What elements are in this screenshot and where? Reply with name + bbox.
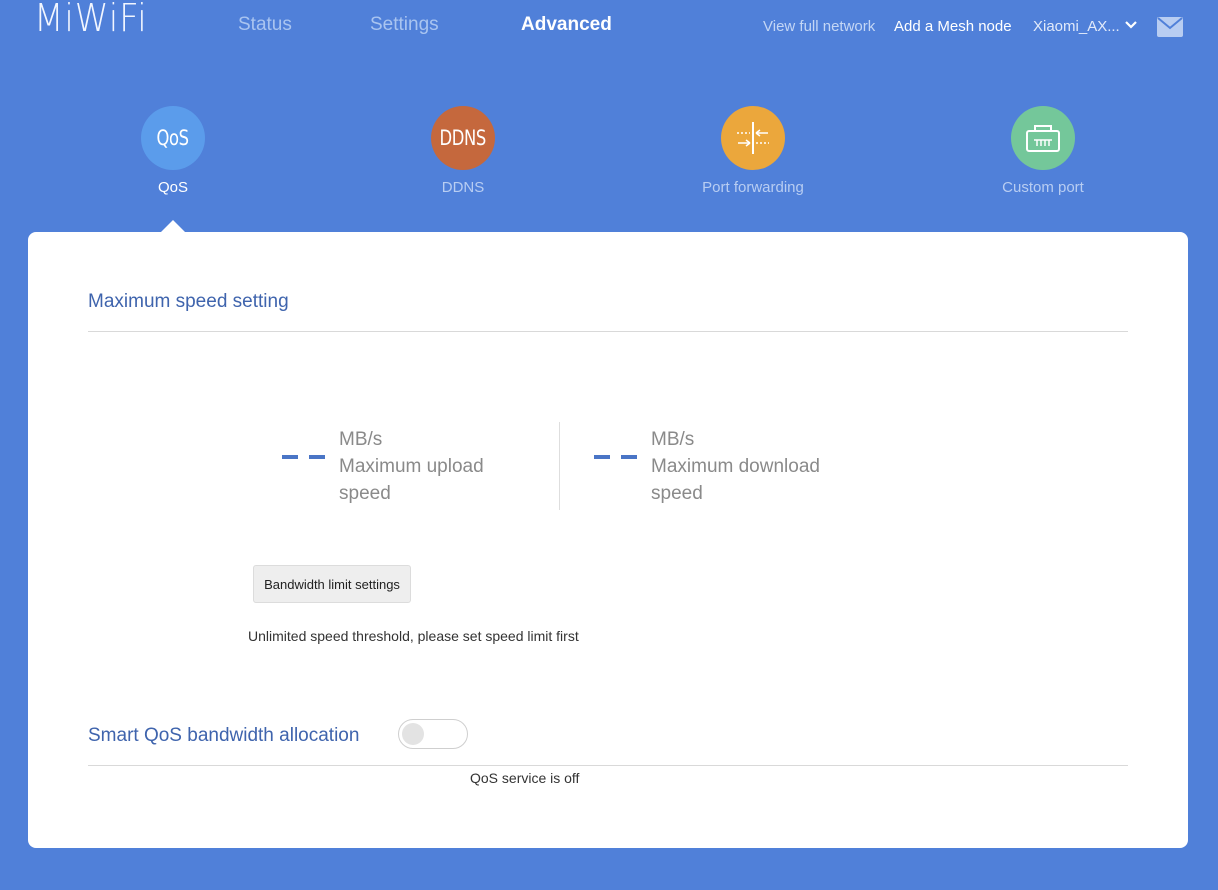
upload-speed-info: MB/s Maximum upload speed <box>339 426 539 507</box>
nav-status[interactable]: Status <box>238 14 292 36</box>
mail-icon[interactable] <box>1157 17 1183 37</box>
feature-custom-port[interactable]: Custom port <box>963 106 1123 196</box>
add-mesh-node-link[interactable]: Add a Mesh node <box>894 18 1012 35</box>
smart-qos-toggle[interactable] <box>398 719 468 749</box>
upload-speed-label: Maximum upload speed <box>339 456 484 504</box>
upload-speed-unit: MB/s <box>339 429 383 450</box>
chevron-down-icon[interactable] <box>1124 19 1138 31</box>
upload-speed-value <box>282 455 325 459</box>
feature-custom-port-label: Custom port <box>1002 179 1084 196</box>
speed-threshold-hint: Unlimited speed threshold, please set sp… <box>248 628 579 644</box>
speed-separator <box>559 422 560 510</box>
port-forward-icon <box>721 106 785 170</box>
download-speed-unit: MB/s <box>651 429 695 450</box>
feature-ddns-label: DDNS <box>441 179 485 196</box>
ddns-icon: DDNS <box>431 106 495 170</box>
download-speed-label: Maximum download speed <box>651 456 820 504</box>
feature-qos-label: QoS <box>157 179 188 196</box>
download-speed-value <box>594 455 637 459</box>
bandwidth-limit-settings-button[interactable]: Bandwidth limit settings <box>253 565 411 603</box>
feature-port-forwarding-label: Port forwarding <box>702 179 804 196</box>
divider <box>88 765 1128 766</box>
router-port-icon <box>1011 106 1075 170</box>
toggle-knob <box>402 723 424 745</box>
nav-settings[interactable]: Settings <box>370 14 439 36</box>
nav-advanced[interactable]: Advanced <box>521 14 612 36</box>
miwifi-logo: MiWiFi <box>34 0 148 40</box>
device-name-dropdown[interactable]: Xiaomi_AX... <box>1033 18 1120 35</box>
download-speed-info: MB/s Maximum download speed <box>651 426 861 507</box>
feature-qos[interactable]: QoS QoS <box>93 106 253 196</box>
qos-panel: Maximum speed setting MB/s Maximum uploa… <box>28 232 1188 848</box>
qos-icon: QoS <box>141 106 205 170</box>
feature-port-forwarding[interactable]: Port forwarding <box>673 106 833 196</box>
qos-status-text: QoS service is off <box>470 770 580 786</box>
divider <box>88 331 1128 332</box>
feature-ddns[interactable]: DDNS DDNS <box>383 106 543 196</box>
smart-qos-title: Smart QoS bandwidth allocation <box>88 725 360 746</box>
max-speed-title: Maximum speed setting <box>88 291 289 312</box>
view-full-network-link[interactable]: View full network <box>763 18 875 35</box>
